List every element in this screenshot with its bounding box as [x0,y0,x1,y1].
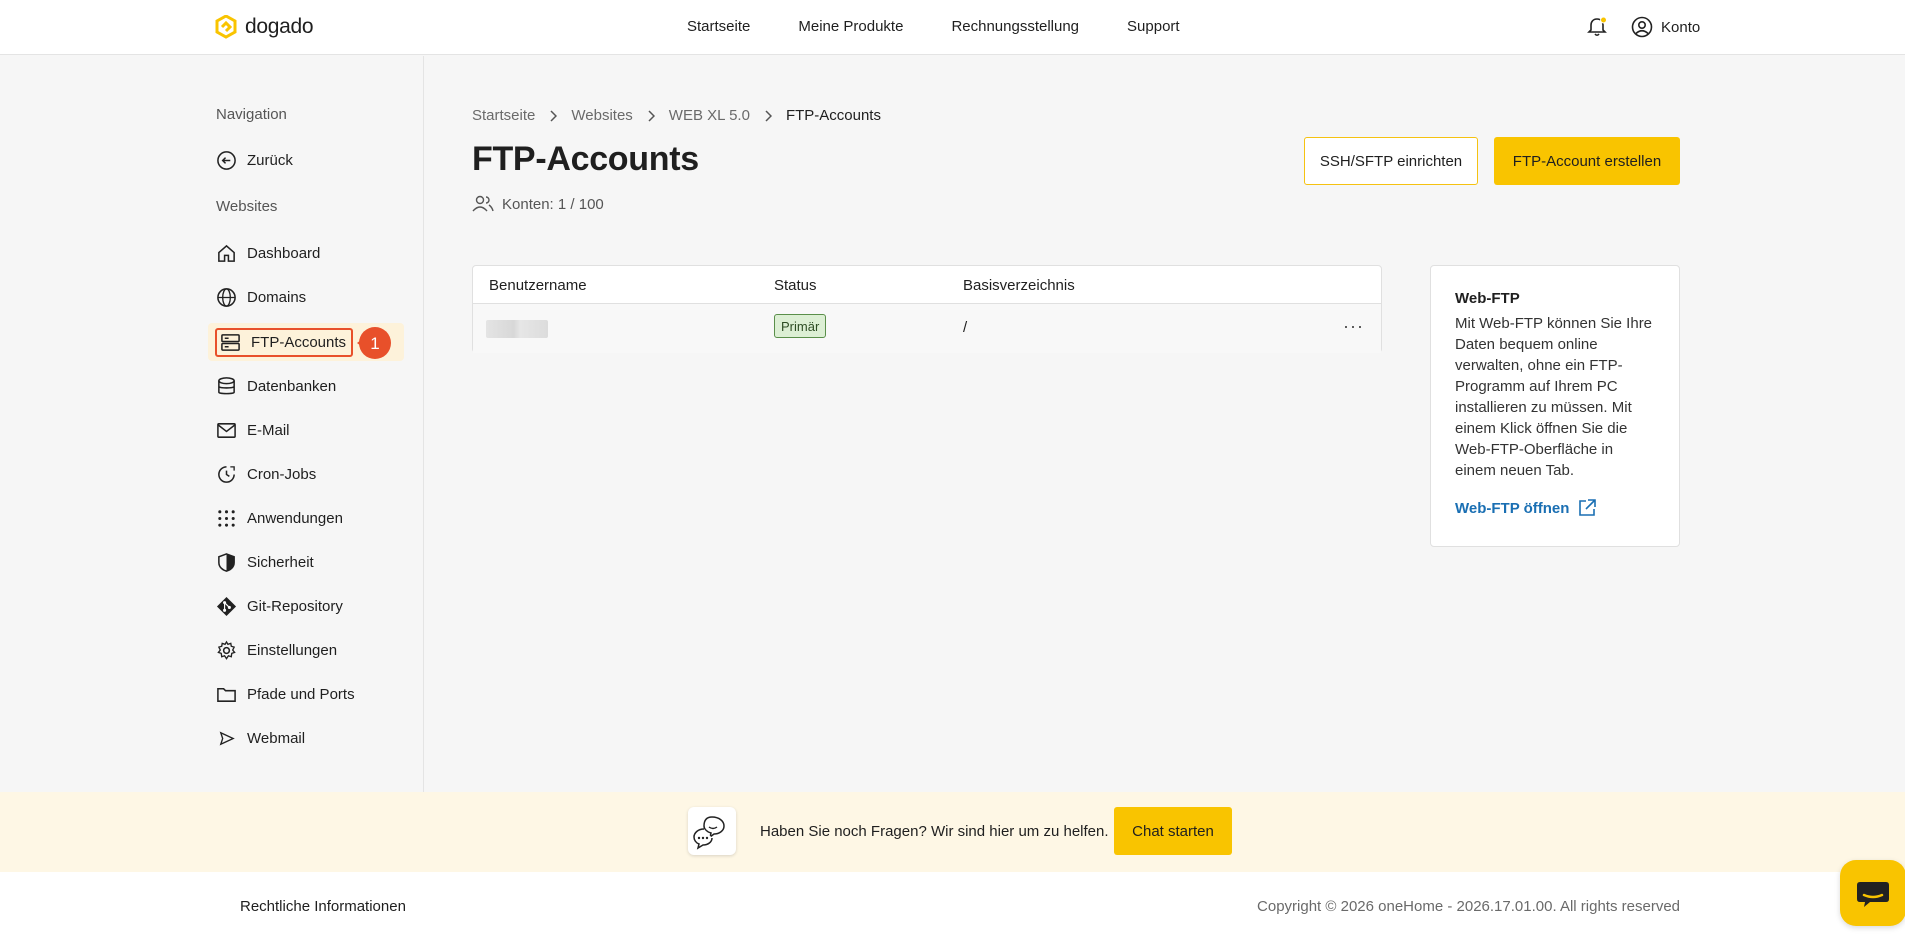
chat-bubbles-icon [688,807,736,855]
sidebar-item-label: Datenbanken [247,377,337,395]
row-actions-more-icon[interactable]: ··· [1343,316,1364,337]
copyright-text: Copyright © 2026 oneHome - 2026.17.01.00… [1257,898,1680,915]
sidebar-item-einstellungen[interactable]: Einstellungen [216,636,337,664]
arrow-left-circle-icon [217,150,236,170]
status-badge: Primär [774,314,827,338]
sidebar-item-git-repository[interactable]: Git-Repository [216,592,343,620]
ssh-sftp-setup-button[interactable]: SSH/SFTP einrichten [1304,137,1478,185]
breadcrumb-startseite[interactable]: Startseite [472,107,535,124]
home-icon [218,244,235,262]
step-annotation-number: 1 [370,334,379,353]
sidebar-item-ftp-accounts[interactable]: FTP-Accounts [215,328,354,357]
chat-widget-button[interactable] [1840,860,1905,926]
shield-icon [218,552,235,572]
sidebar-item-pfade-und-ports[interactable]: Pfade und Ports [216,680,355,708]
logo[interactable]: dogado [215,15,314,39]
topnav-meine-produkte[interactable]: Meine Produkte [798,18,903,35]
sidebar-back-link[interactable]: Zurück [216,146,293,174]
footer: Rechtliche Informationen Copyright © 202… [0,872,1905,940]
sidebar-item-label: Dashboard [247,244,321,262]
chat-icon [1857,882,1889,907]
topnav-rechnungsstellung[interactable]: Rechnungsstellung [951,18,1079,35]
web-ftp-open-label: Web-FTP öffnen [1455,499,1570,517]
step-annotation-badge: 1 [357,327,391,359]
accounts-count-label: Konten: 1 / 100 [502,195,604,213]
web-ftp-open-link[interactable]: Web-FTP öffnen [1455,498,1655,518]
sidebar-item-label: Domains [247,288,307,306]
external-link-icon [1579,499,1597,516]
accounts-count: Konten: 1 / 100 [472,194,604,214]
mail-icon [217,422,236,438]
sidebar-item-label: E-Mail [247,421,290,439]
legal-info-link[interactable]: Rechtliche Informationen [240,898,406,915]
sidebar-item-dashboard[interactable]: Dashboard [216,239,320,267]
sidebar-item-sicherheit[interactable]: Sicherheit [216,548,314,576]
breadcrumb: Startseite Websites WEB XL 5.0 FTP-Accou… [472,107,881,124]
gear-icon [217,640,236,660]
database-icon [218,376,235,394]
web-ftp-card: Web-FTP Mit Web-FTP können Sie Ihre Date… [1430,265,1680,547]
server-icon [221,334,240,351]
sidebar-back-label: Zurück [247,151,293,169]
bell-icon[interactable] [1586,16,1608,38]
account-menu[interactable]: Konto [1631,16,1700,38]
folder-icon [217,687,236,702]
chevron-right-icon [550,109,558,122]
topnav-startseite[interactable]: Startseite [687,18,750,35]
breadcrumb-websites[interactable]: Websites [571,107,632,124]
breadcrumb-current: FTP-Accounts [785,107,881,124]
user-circle-icon [1631,16,1653,38]
sidebar-item-label: FTP-Accounts [251,334,347,351]
page-title: FTP-Accounts [472,140,699,178]
sidebar-item-label: Einstellungen [247,641,338,659]
sidebar-section-heading: Websites [216,198,278,215]
sidebar-item-label: Cron-Jobs [247,465,317,483]
column-header-basedir: Basisverzeichnis [963,277,1075,294]
topnav-support[interactable]: Support [1127,18,1180,35]
column-header-status: Status [774,277,817,294]
username-redacted [486,320,548,338]
web-ftp-description: Mit Web-FTP können Sie Ihre Daten bequem… [1455,315,1653,479]
chevron-right-icon [648,109,655,122]
start-chat-button[interactable]: Chat starten [1114,807,1232,855]
logo-text: dogado [245,15,314,38]
sidebar-item-cron-jobs[interactable]: Cron-Jobs [216,460,316,488]
clock-icon [218,465,235,483]
sidebar-item-label: Anwendungen [247,509,343,527]
dogado-logo-icon [215,15,237,39]
help-banner: Haben Sie noch Fragen? Wir sind hier um … [0,792,1905,872]
sidebar-item-email[interactable]: E-Mail [216,416,290,444]
sidebar-nav-heading: Navigation [216,106,287,123]
sidebar-item-webmail[interactable]: Webmail [216,724,305,752]
breadcrumb-product[interactable]: WEB XL 5.0 [669,107,750,124]
top-nav: Startseite Meine Produkte Rechnungsstell… [687,18,1180,35]
sidebar [0,56,424,792]
send-icon [219,731,235,745]
ftp-accounts-table: Benutzername Status Basisverzeichnis Pri… [472,265,1382,353]
sidebar-item-label: Git-Repository [247,597,343,615]
sidebar-item-label: Webmail [247,729,306,747]
table-row[interactable]: Primär / ··· [473,304,1381,353]
sidebar-item-label: Pfade und Ports [247,685,355,703]
sidebar-item-datenbanken[interactable]: Datenbanken [216,372,336,400]
table-header: Benutzername Status Basisverzeichnis [473,266,1381,304]
grid-icon [218,509,235,527]
create-ftp-account-button[interactable]: FTP-Account erstellen [1494,137,1680,185]
git-icon [216,596,237,616]
sidebar-item-anwendungen[interactable]: Anwendungen [216,504,343,532]
basedir-value: / [963,319,968,336]
help-text: Haben Sie noch Fragen? Wir sind hier um … [760,823,1109,840]
web-ftp-title: Web-FTP [1455,290,1520,307]
column-header-username: Benutzername [489,277,587,294]
sidebar-item-domains[interactable]: Domains [216,283,306,311]
globe-icon [217,287,236,307]
users-icon [472,195,494,212]
chevron-right-icon [765,109,772,122]
sidebar-item-label: Sicherheit [247,553,314,571]
account-label: Konto [1661,18,1701,36]
top-header: dogado Startseite Meine Produkte Rechnun… [0,0,1905,55]
